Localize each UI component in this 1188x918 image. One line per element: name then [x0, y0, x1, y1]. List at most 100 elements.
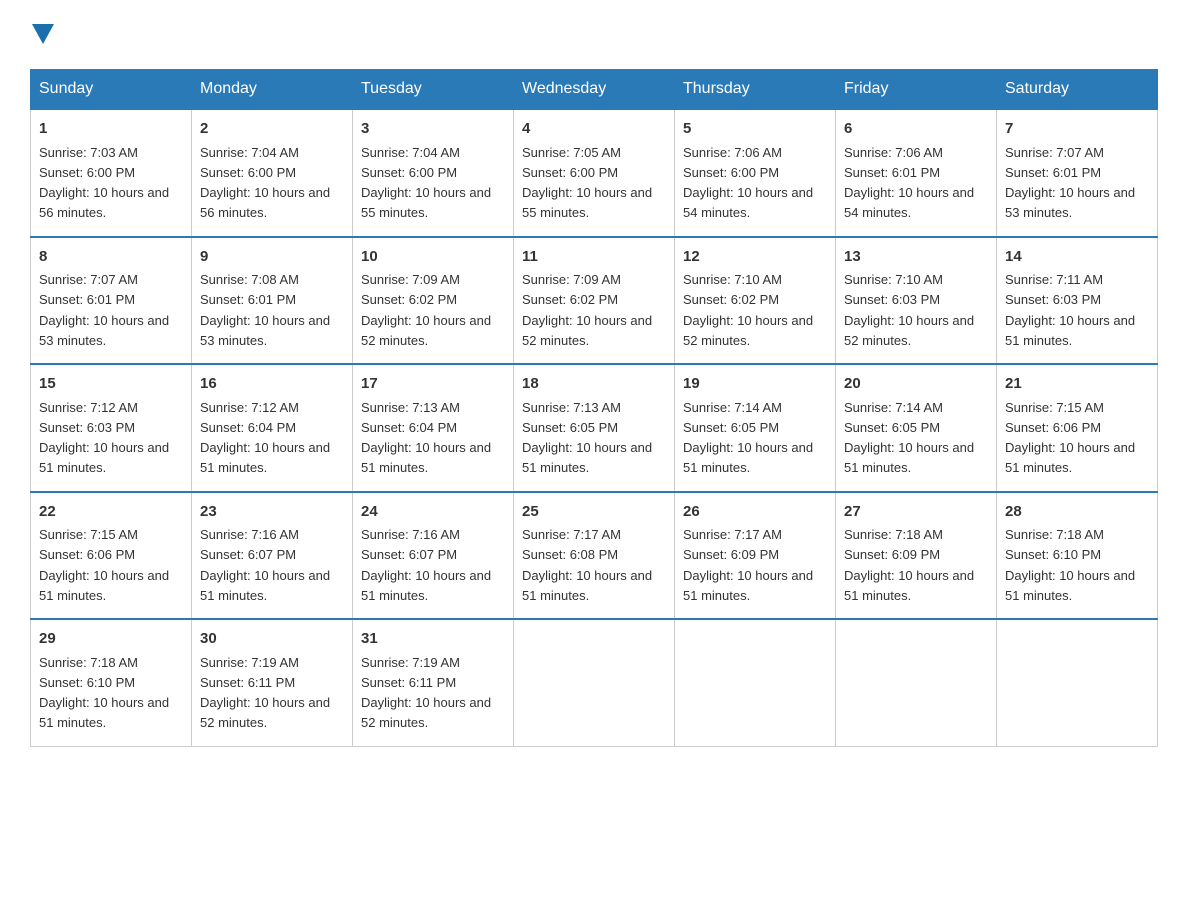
day-info: Sunrise: 7:13 AMSunset: 6:05 PMDaylight:… — [522, 400, 652, 476]
calendar-cell: 8 Sunrise: 7:07 AMSunset: 6:01 PMDayligh… — [31, 237, 192, 365]
day-info: Sunrise: 7:06 AMSunset: 6:00 PMDaylight:… — [683, 145, 813, 221]
day-number: 9 — [200, 246, 344, 269]
day-info: Sunrise: 7:19 AMSunset: 6:11 PMDaylight:… — [361, 655, 491, 731]
calendar-cell: 4 Sunrise: 7:05 AMSunset: 6:00 PMDayligh… — [514, 109, 675, 237]
calendar-cell: 26 Sunrise: 7:17 AMSunset: 6:09 PMDaylig… — [675, 492, 836, 620]
day-info: Sunrise: 7:16 AMSunset: 6:07 PMDaylight:… — [200, 527, 330, 603]
day-number: 17 — [361, 373, 505, 396]
day-number: 19 — [683, 373, 827, 396]
day-number: 23 — [200, 501, 344, 524]
day-info: Sunrise: 7:14 AMSunset: 6:05 PMDaylight:… — [844, 400, 974, 476]
day-number: 1 — [39, 118, 183, 141]
calendar-cell: 15 Sunrise: 7:12 AMSunset: 6:03 PMDaylig… — [31, 364, 192, 492]
calendar-table: SundayMondayTuesdayWednesdayThursdayFrid… — [30, 69, 1158, 747]
day-info: Sunrise: 7:13 AMSunset: 6:04 PMDaylight:… — [361, 400, 491, 476]
calendar-cell: 28 Sunrise: 7:18 AMSunset: 6:10 PMDaylig… — [997, 492, 1158, 620]
day-info: Sunrise: 7:17 AMSunset: 6:08 PMDaylight:… — [522, 527, 652, 603]
day-number: 22 — [39, 501, 183, 524]
week-row-4: 22 Sunrise: 7:15 AMSunset: 6:06 PMDaylig… — [31, 492, 1158, 620]
day-number: 11 — [522, 246, 666, 269]
day-number: 3 — [361, 118, 505, 141]
day-number: 28 — [1005, 501, 1149, 524]
week-row-1: 1 Sunrise: 7:03 AMSunset: 6:00 PMDayligh… — [31, 109, 1158, 237]
calendar-cell: 23 Sunrise: 7:16 AMSunset: 6:07 PMDaylig… — [192, 492, 353, 620]
day-info: Sunrise: 7:05 AMSunset: 6:00 PMDaylight:… — [522, 145, 652, 221]
day-number: 29 — [39, 628, 183, 651]
day-number: 4 — [522, 118, 666, 141]
day-number: 25 — [522, 501, 666, 524]
week-row-2: 8 Sunrise: 7:07 AMSunset: 6:01 PMDayligh… — [31, 237, 1158, 365]
day-number: 8 — [39, 246, 183, 269]
calendar-cell: 25 Sunrise: 7:17 AMSunset: 6:08 PMDaylig… — [514, 492, 675, 620]
calendar-cell: 7 Sunrise: 7:07 AMSunset: 6:01 PMDayligh… — [997, 109, 1158, 237]
calendar-cell: 6 Sunrise: 7:06 AMSunset: 6:01 PMDayligh… — [836, 109, 997, 237]
logo — [30, 20, 54, 49]
header-day-thursday: Thursday — [675, 70, 836, 110]
day-info: Sunrise: 7:07 AMSunset: 6:01 PMDaylight:… — [1005, 145, 1135, 221]
day-info: Sunrise: 7:18 AMSunset: 6:09 PMDaylight:… — [844, 527, 974, 603]
calendar-cell: 16 Sunrise: 7:12 AMSunset: 6:04 PMDaylig… — [192, 364, 353, 492]
week-row-3: 15 Sunrise: 7:12 AMSunset: 6:03 PMDaylig… — [31, 364, 1158, 492]
day-info: Sunrise: 7:17 AMSunset: 6:09 PMDaylight:… — [683, 527, 813, 603]
day-number: 16 — [200, 373, 344, 396]
day-info: Sunrise: 7:18 AMSunset: 6:10 PMDaylight:… — [39, 655, 169, 731]
day-info: Sunrise: 7:14 AMSunset: 6:05 PMDaylight:… — [683, 400, 813, 476]
page-header — [30, 20, 1158, 49]
header-day-monday: Monday — [192, 70, 353, 110]
day-number: 26 — [683, 501, 827, 524]
calendar-cell — [675, 619, 836, 746]
day-number: 20 — [844, 373, 988, 396]
calendar-cell: 12 Sunrise: 7:10 AMSunset: 6:02 PMDaylig… — [675, 237, 836, 365]
calendar-cell: 2 Sunrise: 7:04 AMSunset: 6:00 PMDayligh… — [192, 109, 353, 237]
day-number: 14 — [1005, 246, 1149, 269]
calendar-header: SundayMondayTuesdayWednesdayThursdayFrid… — [31, 70, 1158, 110]
calendar-cell: 22 Sunrise: 7:15 AMSunset: 6:06 PMDaylig… — [31, 492, 192, 620]
day-number: 27 — [844, 501, 988, 524]
calendar-cell: 24 Sunrise: 7:16 AMSunset: 6:07 PMDaylig… — [353, 492, 514, 620]
header-day-wednesday: Wednesday — [514, 70, 675, 110]
day-number: 30 — [200, 628, 344, 651]
header-day-friday: Friday — [836, 70, 997, 110]
calendar-cell: 1 Sunrise: 7:03 AMSunset: 6:00 PMDayligh… — [31, 109, 192, 237]
header-day-tuesday: Tuesday — [353, 70, 514, 110]
day-number: 10 — [361, 246, 505, 269]
calendar-body: 1 Sunrise: 7:03 AMSunset: 6:00 PMDayligh… — [31, 109, 1158, 746]
day-number: 13 — [844, 246, 988, 269]
day-info: Sunrise: 7:11 AMSunset: 6:03 PMDaylight:… — [1005, 272, 1135, 348]
day-info: Sunrise: 7:16 AMSunset: 6:07 PMDaylight:… — [361, 527, 491, 603]
day-info: Sunrise: 7:04 AMSunset: 6:00 PMDaylight:… — [361, 145, 491, 221]
calendar-cell: 30 Sunrise: 7:19 AMSunset: 6:11 PMDaylig… — [192, 619, 353, 746]
day-number: 6 — [844, 118, 988, 141]
day-info: Sunrise: 7:15 AMSunset: 6:06 PMDaylight:… — [39, 527, 169, 603]
day-number: 24 — [361, 501, 505, 524]
day-info: Sunrise: 7:12 AMSunset: 6:04 PMDaylight:… — [200, 400, 330, 476]
day-info: Sunrise: 7:09 AMSunset: 6:02 PMDaylight:… — [361, 272, 491, 348]
day-info: Sunrise: 7:03 AMSunset: 6:00 PMDaylight:… — [39, 145, 169, 221]
day-info: Sunrise: 7:08 AMSunset: 6:01 PMDaylight:… — [200, 272, 330, 348]
week-row-5: 29 Sunrise: 7:18 AMSunset: 6:10 PMDaylig… — [31, 619, 1158, 746]
day-info: Sunrise: 7:18 AMSunset: 6:10 PMDaylight:… — [1005, 527, 1135, 603]
calendar-cell: 11 Sunrise: 7:09 AMSunset: 6:02 PMDaylig… — [514, 237, 675, 365]
calendar-cell: 5 Sunrise: 7:06 AMSunset: 6:00 PMDayligh… — [675, 109, 836, 237]
calendar-cell — [997, 619, 1158, 746]
calendar-cell: 14 Sunrise: 7:11 AMSunset: 6:03 PMDaylig… — [997, 237, 1158, 365]
day-number: 12 — [683, 246, 827, 269]
day-info: Sunrise: 7:10 AMSunset: 6:03 PMDaylight:… — [844, 272, 974, 348]
day-info: Sunrise: 7:09 AMSunset: 6:02 PMDaylight:… — [522, 272, 652, 348]
day-number: 15 — [39, 373, 183, 396]
header-day-saturday: Saturday — [997, 70, 1158, 110]
calendar-cell: 29 Sunrise: 7:18 AMSunset: 6:10 PMDaylig… — [31, 619, 192, 746]
calendar-cell: 17 Sunrise: 7:13 AMSunset: 6:04 PMDaylig… — [353, 364, 514, 492]
day-number: 18 — [522, 373, 666, 396]
calendar-cell: 27 Sunrise: 7:18 AMSunset: 6:09 PMDaylig… — [836, 492, 997, 620]
calendar-cell: 18 Sunrise: 7:13 AMSunset: 6:05 PMDaylig… — [514, 364, 675, 492]
day-info: Sunrise: 7:19 AMSunset: 6:11 PMDaylight:… — [200, 655, 330, 731]
day-number: 31 — [361, 628, 505, 651]
logo-arrow-icon — [32, 24, 54, 44]
day-info: Sunrise: 7:15 AMSunset: 6:06 PMDaylight:… — [1005, 400, 1135, 476]
day-info: Sunrise: 7:07 AMSunset: 6:01 PMDaylight:… — [39, 272, 169, 348]
calendar-cell: 20 Sunrise: 7:14 AMSunset: 6:05 PMDaylig… — [836, 364, 997, 492]
day-info: Sunrise: 7:06 AMSunset: 6:01 PMDaylight:… — [844, 145, 974, 221]
calendar-cell: 13 Sunrise: 7:10 AMSunset: 6:03 PMDaylig… — [836, 237, 997, 365]
day-info: Sunrise: 7:04 AMSunset: 6:00 PMDaylight:… — [200, 145, 330, 221]
